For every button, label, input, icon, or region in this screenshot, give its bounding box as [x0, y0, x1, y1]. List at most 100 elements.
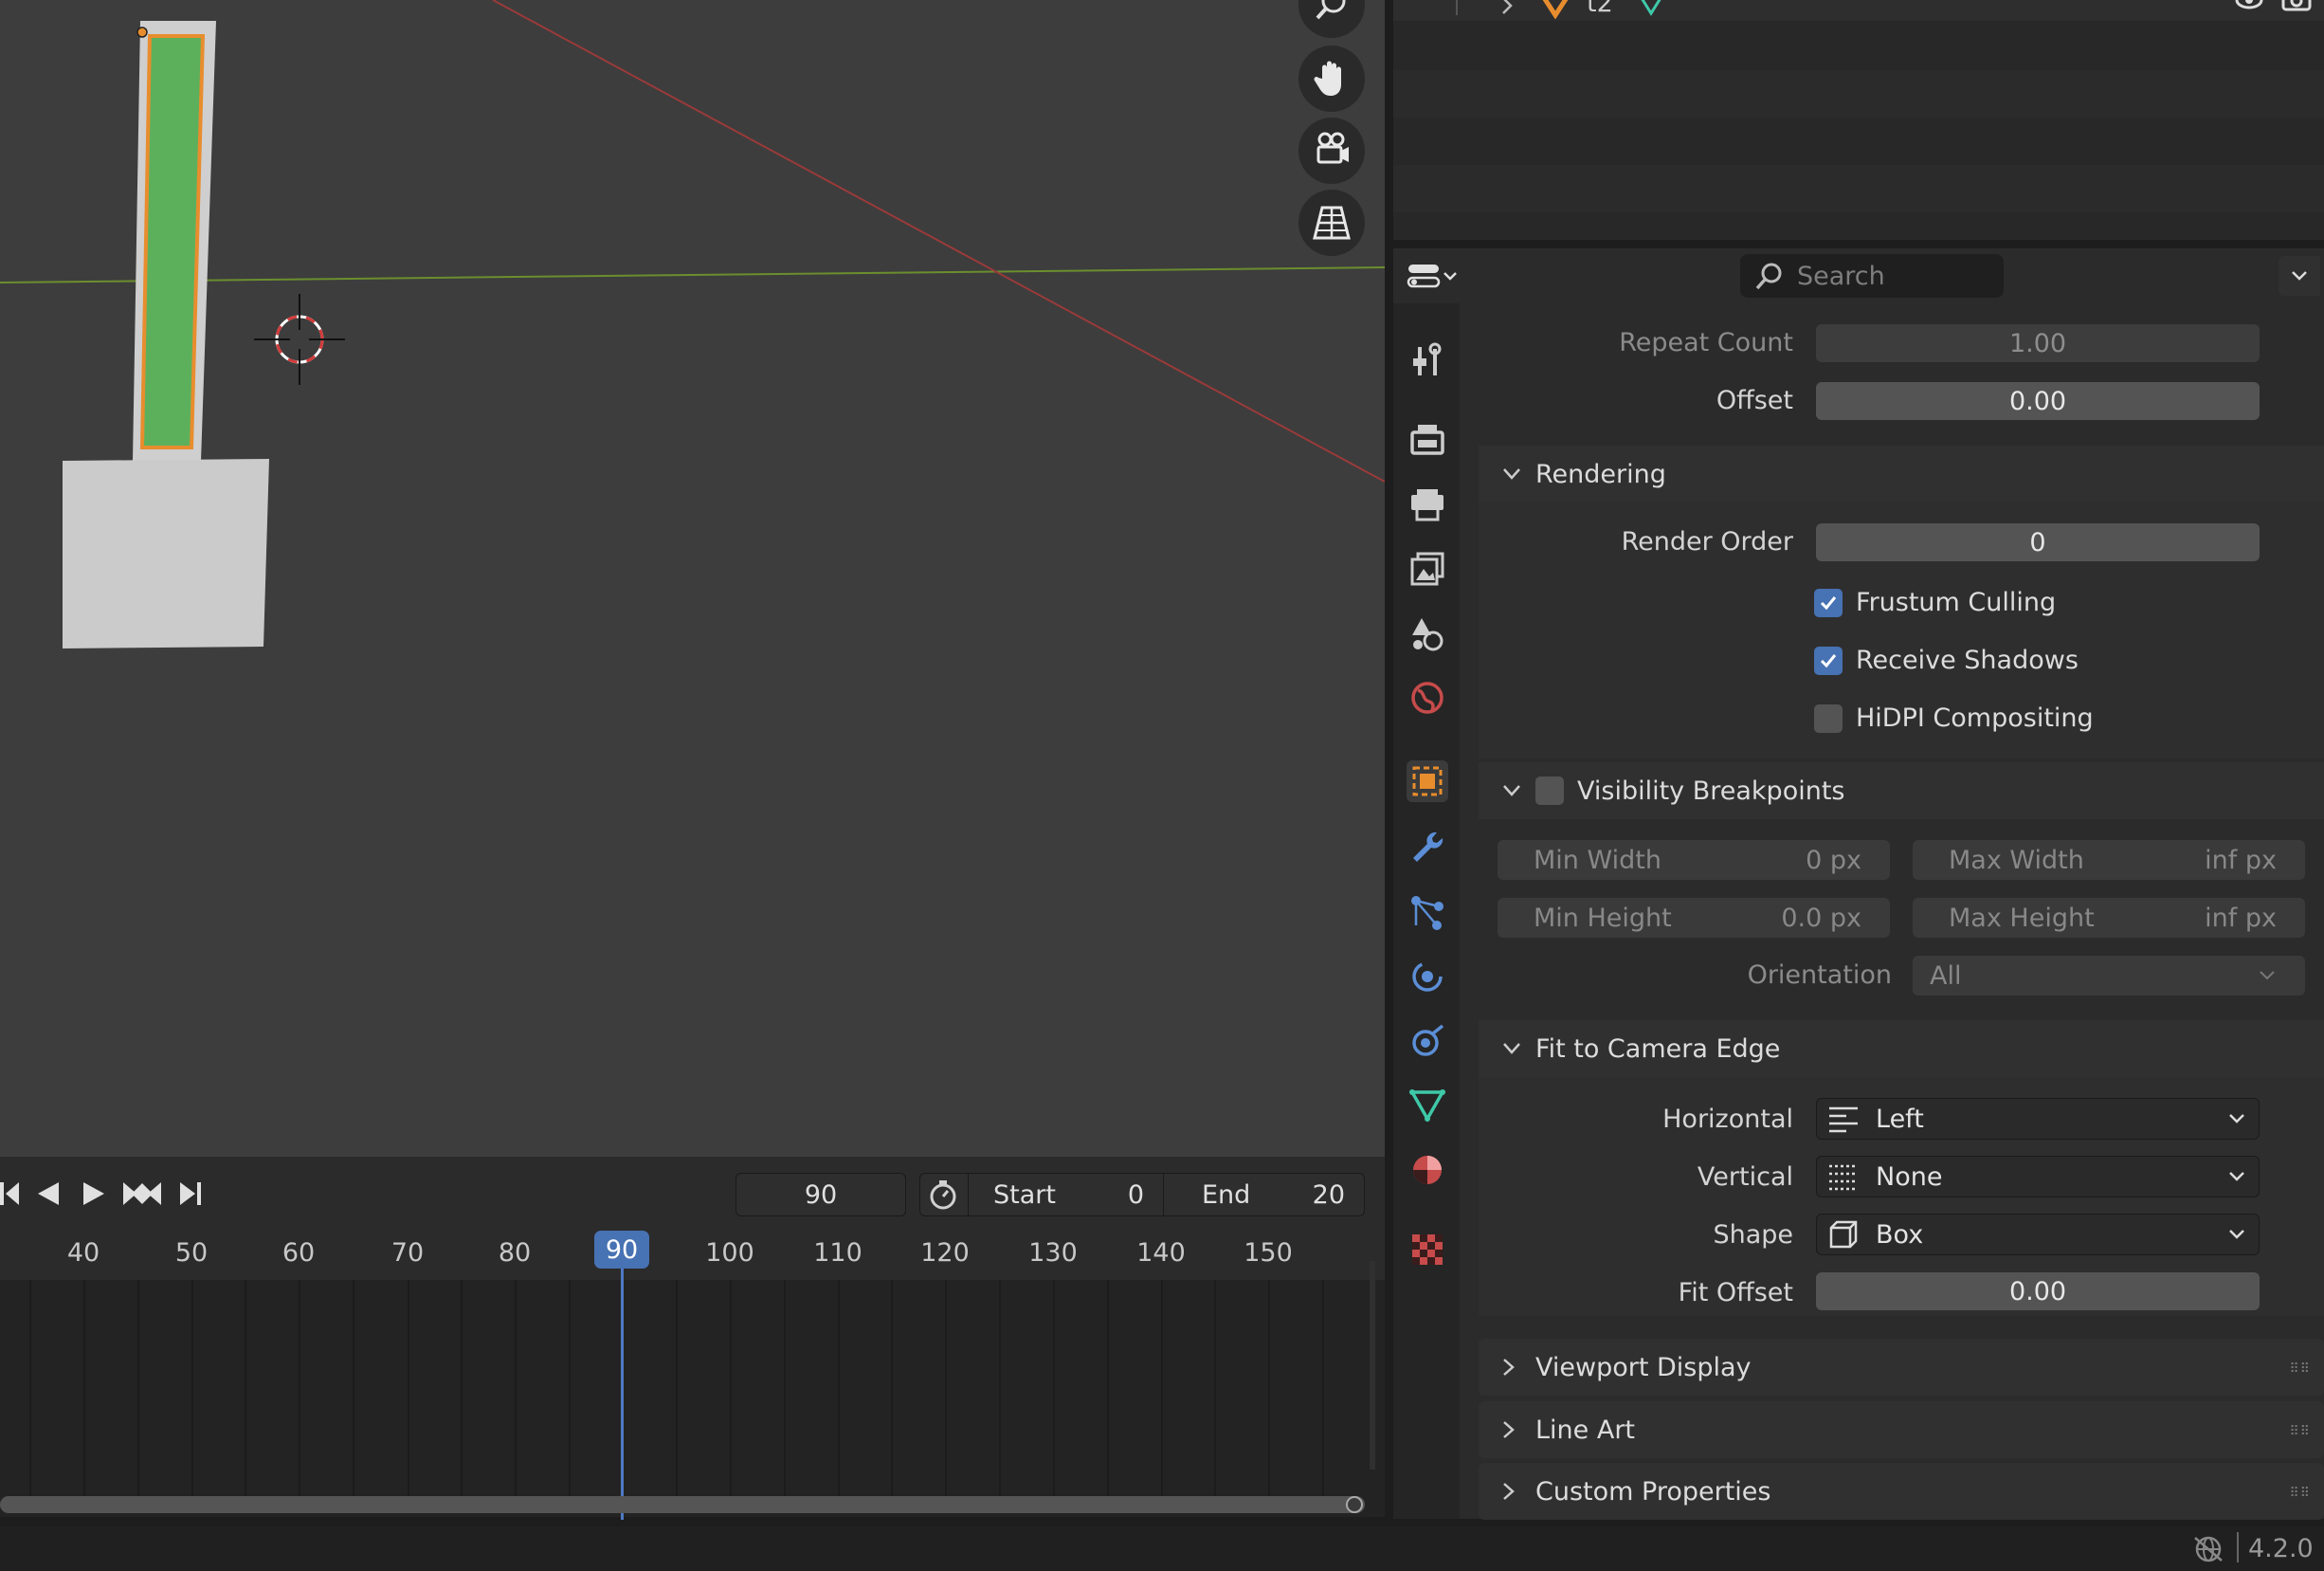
tab-world[interactable] [1407, 677, 1448, 719]
stopwatch-icon [930, 1180, 956, 1210]
output-printer-icon [1411, 489, 1443, 521]
chevron-down-icon [1503, 1043, 1520, 1054]
min-height-field[interactable]: Min Height 0.0 px [1498, 898, 1890, 938]
camera-view-button[interactable] [1298, 118, 1365, 184]
playhead-frame-indicator[interactable]: 90 [594, 1231, 649, 1269]
outliner-empty-row [1393, 165, 2324, 212]
min-width-label: Min Width [1534, 845, 1661, 875]
vertex-group-icon [1542, 0, 1569, 19]
jump-start-button[interactable] [0, 1176, 21, 1212]
offset-field[interactable]: 0.00 [1816, 382, 2260, 420]
search-icon [1755, 263, 1782, 290]
fit-offset-field[interactable]: 0.00 [1816, 1272, 2260, 1310]
play-icon [83, 1182, 104, 1205]
max-height-field[interactable]: Max Height inf px [1913, 898, 2305, 938]
tab-object[interactable] [1407, 760, 1448, 802]
box-icon [1829, 1220, 1858, 1249]
tick-label: 60 [281, 1238, 316, 1268]
mesh-triangle-icon [1408, 1089, 1446, 1123]
tick-label: 100 [705, 1238, 754, 1268]
tab-view-layer[interactable] [1407, 548, 1448, 590]
current-frame-field[interactable]: 90 [735, 1173, 906, 1216]
properties-search[interactable]: Search [1740, 254, 2004, 298]
rendering-title: Rendering [1535, 459, 1666, 489]
orientation-label: Orientation [1747, 960, 1892, 990]
receive-shadows-checkbox[interactable]: Receive Shadows [1814, 646, 2079, 675]
fit-camera-edge-header[interactable]: Fit to Camera Edge [1479, 1020, 2324, 1077]
tab-modifiers[interactable] [1407, 827, 1448, 868]
timeline-ruler[interactable]: 40 50 60 70 80 100 110 120 130 140 150 [0, 1231, 1385, 1280]
min-width-field[interactable]: Min Width 0 px [1498, 840, 1890, 880]
drag-grip-icon[interactable]: ⠿⠿ [2289, 1486, 2311, 1501]
tick-label: 50 [174, 1238, 209, 1268]
visibility-breakpoints-header[interactable]: Visibility Breakpoints [1479, 762, 2324, 819]
play-reverse-button[interactable] [34, 1176, 63, 1212]
grid-perspective-icon [1313, 206, 1351, 240]
tab-data[interactable] [1407, 1085, 1448, 1126]
viewport-display-panel[interactable]: Viewport Display ⠿⠿ [1479, 1339, 2324, 1396]
frustum-culling-checkbox[interactable]: Frustum Culling [1814, 588, 2056, 617]
max-width-field[interactable]: Max Width inf px [1913, 840, 2305, 880]
receive-shadows-label: Receive Shadows [1856, 646, 2079, 675]
visibility-breakpoints-checkbox[interactable] [1535, 776, 1564, 805]
timeline-scrollbar[interactable] [0, 1496, 1365, 1513]
line-art-panel[interactable]: Line Art ⠿⠿ [1479, 1401, 2324, 1458]
editor-type-button[interactable] [1403, 256, 1469, 296]
tab-output[interactable] [1407, 484, 1448, 525]
x-axis-line [492, 0, 1385, 483]
rendering-section-header[interactable]: Rendering [1479, 446, 2324, 502]
object-origin [136, 27, 148, 38]
play-button[interactable] [80, 1176, 108, 1212]
tab-texture[interactable] [1407, 1229, 1448, 1270]
hidpi-compositing-checkbox[interactable]: HiDPI Compositing [1814, 703, 2094, 733]
tab-constraints[interactable] [1407, 1020, 1448, 1062]
jump-end-button[interactable] [176, 1176, 205, 1212]
preview-range-toggle[interactable] [920, 1174, 966, 1215]
tab-physics[interactable] [1407, 956, 1448, 997]
drag-grip-icon[interactable]: ⠿⠿ [2289, 1361, 2311, 1377]
render-order-field[interactable]: 0 [1816, 523, 2260, 561]
fit-camera-edge-title: Fit to Camera Edge [1535, 1033, 1781, 1064]
end-frame-field[interactable]: End 20 [1163, 1174, 1364, 1215]
base-box-object [63, 459, 269, 648]
options-dropdown[interactable] [2279, 256, 2320, 296]
horizontal-dropdown[interactable]: Left [1816, 1098, 2260, 1140]
render-camera-icon[interactable] [2280, 0, 2313, 15]
particles-icon [1411, 896, 1443, 930]
tab-render[interactable] [1407, 419, 1448, 461]
expand-arrow-icon[interactable] [1499, 0, 1516, 17]
jump-start-icon [0, 1182, 19, 1205]
texture-checker-icon [1412, 1234, 1443, 1265]
orientation-dropdown[interactable]: All [1913, 956, 2305, 996]
custom-properties-panel[interactable]: Custom Properties ⠿⠿ [1479, 1463, 2324, 1520]
outliner-row[interactable]: t2 [1393, 0, 2324, 21]
chevron-down-icon [2292, 271, 2307, 281]
drag-grip-icon[interactable]: ⠿⠿ [2289, 1424, 2311, 1439]
vertical-dropdown[interactable]: None [1816, 1156, 2260, 1197]
outliner[interactable]: t2 [1393, 0, 2324, 240]
viewport-display-title: Viewport Display [1535, 1352, 1752, 1382]
shape-dropdown[interactable]: Box [1816, 1214, 2260, 1255]
start-frame-field[interactable]: Start 0 [968, 1174, 1163, 1215]
scene-icon [1412, 618, 1443, 651]
playhead-line[interactable] [621, 1231, 624, 1520]
wrench-icon [1413, 831, 1443, 862]
timeline-track-area[interactable] [0, 1280, 1385, 1517]
tab-particles[interactable] [1407, 891, 1448, 933]
material-sphere-icon [1413, 1156, 1442, 1184]
repeat-count-field[interactable]: 1.00 [1816, 324, 2260, 362]
vertical-scrollbar[interactable] [1370, 1261, 1375, 1470]
checkmark-icon [1820, 653, 1837, 667]
scrollbar-handle[interactable] [1346, 1496, 1363, 1513]
chevron-right-icon [1503, 1421, 1515, 1438]
perspective-toggle-button[interactable] [1298, 190, 1365, 256]
eye-icon[interactable] [2235, 0, 2263, 13]
jump-keyframe-button[interactable] [121, 1176, 163, 1212]
tab-material[interactable] [1407, 1149, 1448, 1191]
tab-tool[interactable] [1407, 339, 1448, 381]
selected-green-plane [139, 34, 206, 449]
tab-scene[interactable] [1407, 612, 1448, 654]
3d-viewport[interactable] [0, 0, 1385, 1157]
pan-view-button[interactable] [1298, 46, 1365, 112]
network-offline-icon [2194, 1536, 2223, 1562]
